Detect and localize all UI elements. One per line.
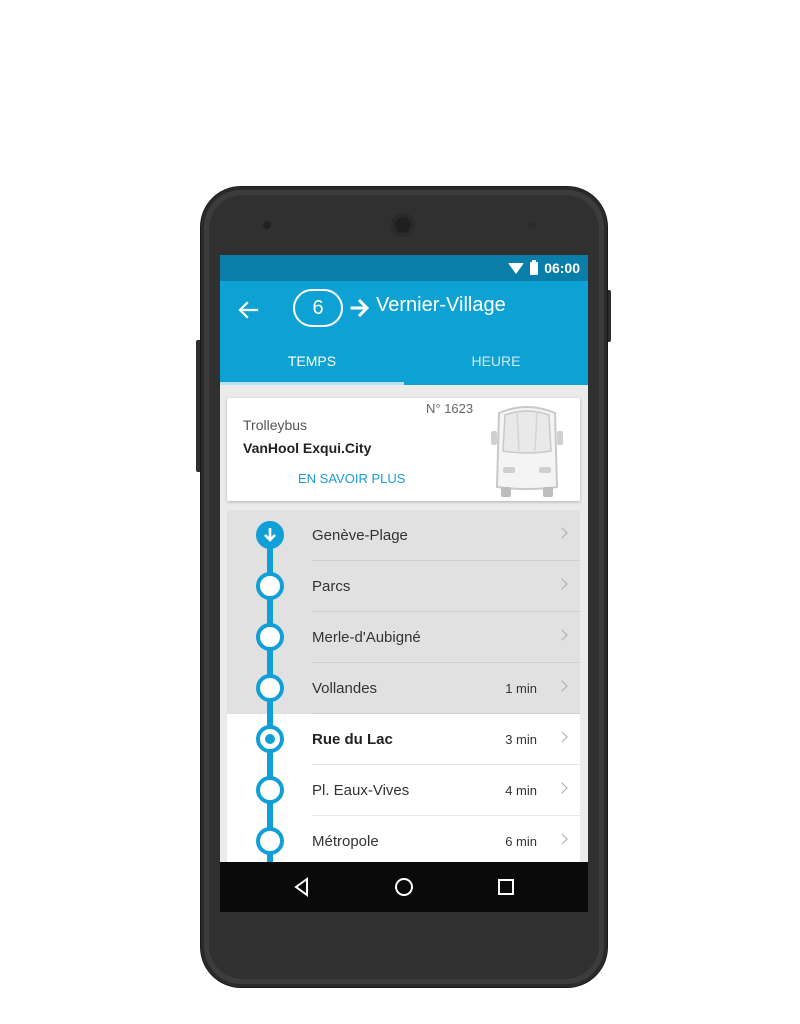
chevron-right-icon: [556, 578, 568, 590]
stop-name: Pl. Eaux-Vives: [312, 782, 410, 799]
tab-bar: TEMPS HEURE: [220, 339, 588, 385]
departure-arrow-icon: [256, 521, 284, 549]
stop-node-icon: [256, 623, 284, 651]
chevron-right-icon: [556, 629, 568, 641]
stop-name: Métropole: [312, 833, 379, 850]
nav-back-icon[interactable]: [290, 875, 314, 899]
arrow-right-icon: [350, 298, 370, 318]
chevron-right-icon: [556, 680, 568, 692]
back-arrow-icon[interactable]: [236, 299, 260, 321]
chevron-right-icon: [556, 833, 568, 845]
stop-node-icon: [256, 674, 284, 702]
nav-recent-icon[interactable]: [494, 875, 518, 899]
line-number-badge: 6: [293, 289, 343, 327]
tab-temps[interactable]: TEMPS: [220, 339, 404, 385]
chevron-right-icon: [556, 782, 568, 794]
system-nav-bar: [220, 862, 588, 912]
vehicle-model: VanHool Exqui.City: [243, 440, 372, 456]
battery-icon: [530, 259, 539, 275]
app-screen: 06:00 6 Vernier-Village TEMPS HEURE N° 1…: [220, 255, 588, 912]
status-bar: 06:00: [220, 255, 588, 281]
trolleybus-front-icon: [491, 406, 563, 497]
stop-name: Parcs: [312, 578, 351, 595]
learn-more-link[interactable]: EN SAVOIR PLUS: [298, 471, 405, 486]
stop-node-icon: [256, 776, 284, 804]
destination-title: Vernier-Village: [376, 294, 506, 316]
chevron-right-icon: [556, 527, 568, 539]
proximity-sensor: [263, 221, 271, 229]
stop-eta: 1 min: [505, 681, 537, 696]
nav-home-icon[interactable]: [392, 875, 416, 899]
chevron-right-icon: [556, 731, 568, 743]
stops-list: Genève-Plage Parcs Merle-d'Aubigné Volla…: [227, 510, 580, 912]
front-camera: [391, 213, 415, 237]
stop-eta: 4 min: [505, 783, 537, 798]
stop-eta: 6 min: [505, 834, 537, 849]
vehicle-card: N° 1623 Trolleybus VanHool Exqui.City EN…: [227, 398, 580, 501]
vehicle-type: Trolleybus: [243, 417, 308, 433]
wifi-icon: [508, 262, 525, 274]
light-sensor: [528, 221, 536, 229]
current-stop-node-icon: [256, 725, 284, 753]
vehicle-number: N° 1623: [426, 401, 474, 416]
stop-name: Vollandes: [312, 680, 378, 697]
status-time: 06:00: [544, 260, 580, 276]
stop-node-icon: [256, 827, 284, 855]
tab-indicator: [220, 382, 404, 385]
stop-node-icon: [256, 572, 284, 600]
stop-name: Rue du Lac: [312, 731, 393, 748]
stop-name: Merle-d'Aubigné: [312, 629, 421, 646]
app-bar: 6 Vernier-Village TEMPS HEURE: [220, 281, 588, 385]
stop-name: Genève-Plage: [312, 527, 408, 544]
stop-eta: 3 min: [505, 732, 537, 747]
tab-heure[interactable]: HEURE: [404, 339, 588, 385]
